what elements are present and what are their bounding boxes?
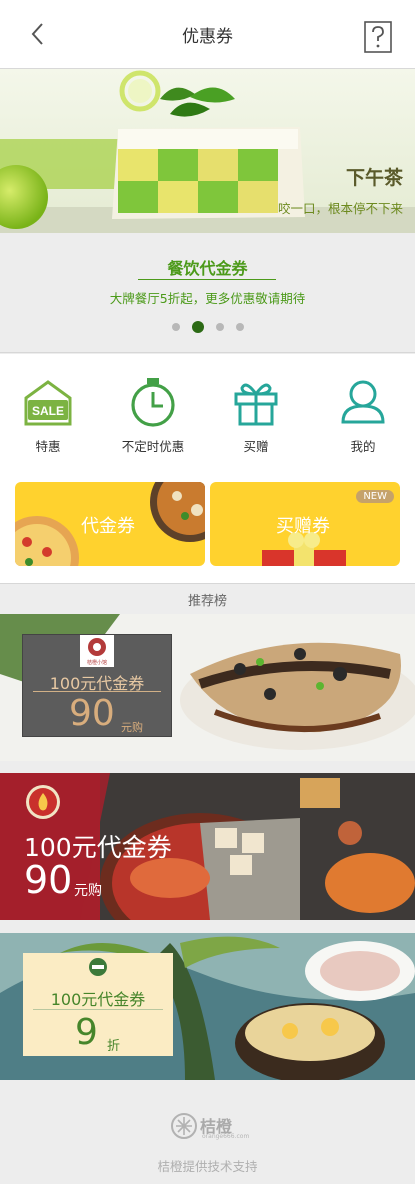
restaurant-logo: [88, 957, 108, 977]
sale-tag-icon: SALE: [24, 380, 72, 426]
carousel-dot[interactable]: [215, 323, 224, 331]
banner-title: 下午茶: [345, 167, 403, 189]
help-button[interactable]: [364, 21, 392, 53]
svg-text:SALE: SALE: [32, 404, 64, 418]
promo-label: 买赠券: [276, 516, 330, 537]
category-mine[interactable]: 我的: [313, 376, 413, 455]
question-icon: [364, 21, 392, 53]
user-icon: [341, 380, 385, 424]
deal-card[interactable]: 100元代金券 9 折: [0, 933, 415, 1080]
voucher-price: 9: [75, 1012, 98, 1053]
carousel-dot-active[interactable]: [191, 321, 204, 333]
promo-voucher[interactable]: 代金券: [15, 482, 205, 566]
voucher-divider: [33, 1009, 163, 1010]
orange-logo-icon: [171, 1113, 197, 1139]
svg-text:桔橙小馆: 桔橙小馆: [87, 659, 107, 666]
category-label: 不定时优惠: [121, 439, 185, 454]
section-title: 推荐榜: [187, 594, 227, 609]
category-label: 特惠: [35, 439, 61, 454]
banner-subtitle: 咬一口，根本停不下来: [277, 201, 403, 216]
promo-label: 代金券: [81, 516, 135, 537]
category-label: 买赠: [243, 439, 269, 454]
voucher-price: 90: [69, 693, 115, 734]
restaurant-logo: 桔橙小馆: [80, 635, 114, 667]
footer-domain: orange666.com: [202, 1133, 250, 1140]
carousel-dot[interactable]: [171, 323, 180, 331]
restaurant-emblem-icon: 桔橙小馆: [87, 638, 107, 666]
category-panel: SALE 特惠 不定时优惠 买赠 我的 代金券 NEW 买赠券: [0, 354, 415, 584]
category-label: 我的: [350, 439, 376, 454]
caption-title: 餐饮代金券: [167, 259, 248, 278]
category-gift[interactable]: 买赠: [206, 376, 306, 455]
voucher-price: 90: [24, 858, 73, 902]
new-badge: NEW: [356, 490, 394, 503]
promo-gift-voucher[interactable]: NEW 买赠券: [210, 482, 400, 566]
voucher-box: 桔橙小馆 100元代金券 90 元购: [22, 634, 172, 737]
alarm-clock-icon: [131, 378, 175, 427]
carousel-dots: [0, 321, 415, 333]
category-sale[interactable]: SALE 特惠: [0, 376, 98, 455]
gift-icon: [234, 383, 278, 426]
page-title: 优惠券: [182, 27, 233, 47]
top-bar: 优惠券: [0, 0, 415, 69]
banner-text: 下午茶 咬一口，根本停不下来: [278, 163, 403, 217]
flame-emblem-icon: [29, 788, 57, 816]
deal-card[interactable]: 100元代金券 90 元购: [0, 773, 415, 920]
carousel-dot[interactable]: [235, 323, 244, 331]
restaurant-emblem-icon: [89, 958, 107, 976]
voucher-divider: [33, 691, 161, 692]
voucher-unit: 折: [107, 1039, 121, 1054]
restaurant-logo: [26, 785, 60, 819]
caption-subtitle: 大牌餐厅5折起，更多优惠敬请期待: [109, 291, 306, 306]
deal-card[interactable]: 桔橙小馆 100元代金券 90 元购: [0, 614, 415, 761]
category-flash[interactable]: 不定时优惠: [103, 376, 203, 455]
caption-underline: [138, 279, 276, 280]
voucher-unit: 元购: [74, 883, 102, 899]
voucher-unit: 元购: [121, 721, 143, 734]
carousel-banner[interactable]: 下午茶 咬一口，根本停不下来: [0, 69, 415, 233]
carousel-caption: 餐饮代金券 大牌餐厅5折起，更多优惠敬请期待: [0, 233, 415, 353]
voucher-title: 100元代金券: [50, 990, 146, 1009]
footer: 桔橙 orange666.com 桔橙提供技术支持: [0, 1095, 415, 1184]
footer-text: 桔橙提供技术支持: [157, 1159, 258, 1174]
voucher-box: 100元代金券 9 折: [23, 953, 173, 1056]
